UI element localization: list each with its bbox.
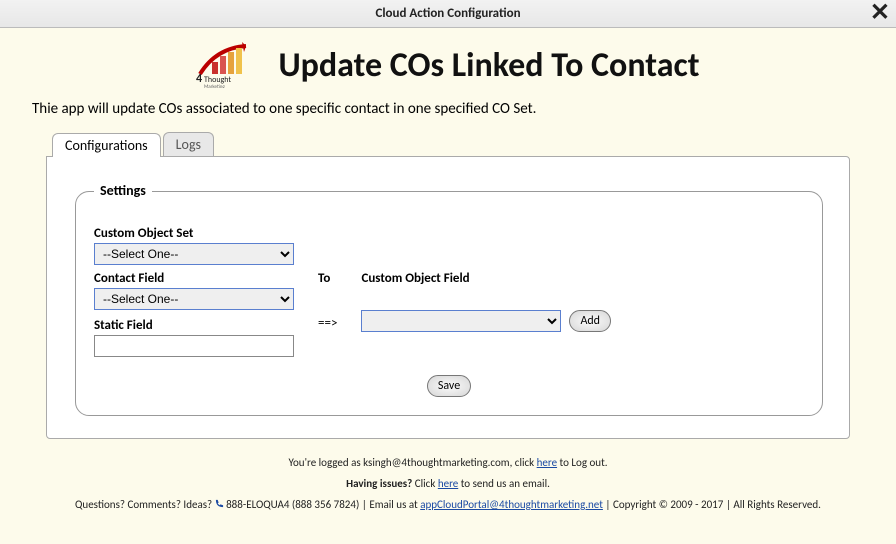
footer-questions: Questions? Comments? Ideas? — [75, 498, 215, 511]
titlebar: Cloud Action Configuration ✕ — [0, 0, 896, 28]
intro-text: Thie app will update COs associated to o… — [0, 98, 896, 132]
custom-object-set-select[interactable]: --Select One-- — [94, 243, 294, 265]
footer-copyright: Copyright © 2009 - 2017 — [613, 498, 723, 511]
close-icon[interactable]: ✕ — [870, 0, 890, 26]
footer-logged-mid: , click — [510, 456, 537, 469]
arrow-icon: ==> — [318, 316, 337, 331]
svg-text:4: 4 — [196, 72, 202, 86]
to-label: To — [318, 271, 337, 286]
logo: 4 Thought Marketing — [196, 42, 266, 88]
footer-phone: 888-ELOQUA4 (888 356 7824) — [226, 498, 359, 511]
phone-icon — [215, 495, 224, 504]
footer-email-link[interactable]: appCloudPortal@4thoughtmarketing.net — [420, 498, 603, 511]
footer-rights: All Rights Reserved. — [733, 498, 821, 511]
logout-link[interactable]: here — [537, 456, 557, 469]
tabs: Configurations Logs — [52, 132, 850, 156]
tab-logs[interactable]: Logs — [163, 132, 214, 156]
contact-field-label: Contact Field — [94, 271, 294, 286]
footer-issues-post: to send us an email. — [458, 477, 550, 490]
add-button[interactable]: Add — [569, 310, 611, 332]
custom-object-field-select[interactable] — [361, 310, 561, 332]
custom-object-set-label: Custom Object Set — [94, 226, 804, 241]
footer: You're logged as ksingh@4thoughtmarketin… — [0, 453, 896, 516]
settings-legend: Settings — [94, 182, 152, 199]
static-field-input[interactable] — [94, 335, 294, 357]
window-title: Cloud Action Configuration — [375, 6, 520, 21]
footer-logged-user: ksingh@4thoughtmarketing.com — [363, 456, 509, 469]
config-panel: Settings Custom Object Set --Select One-… — [46, 156, 850, 439]
footer-sep1: | — [359, 498, 369, 511]
footer-issues-mid: Click — [415, 477, 438, 490]
footer-issues-pre: Having issues? — [346, 477, 415, 490]
settings-fieldset: Settings Custom Object Set --Select One-… — [75, 191, 823, 416]
save-button[interactable]: Save — [427, 375, 471, 397]
issues-link[interactable]: here — [438, 477, 458, 490]
page-title: Update COs Linked To Contact — [278, 45, 699, 86]
custom-object-field-label: Custom Object Field — [361, 271, 611, 286]
footer-sep2: | — [603, 498, 613, 511]
contact-field-select[interactable]: --Select One-- — [94, 288, 294, 310]
footer-logged-pre: You're logged as — [288, 456, 363, 469]
footer-sep3: | — [723, 498, 733, 511]
tab-configurations[interactable]: Configurations — [52, 133, 161, 157]
svg-text:Marketing: Marketing — [204, 84, 225, 88]
footer-logged-post: to Log out. — [557, 456, 607, 469]
static-field-label: Static Field — [94, 318, 294, 333]
header: 4 Thought Marketing Update COs Linked To… — [0, 28, 896, 98]
footer-email-pre: Email us at — [369, 498, 420, 511]
